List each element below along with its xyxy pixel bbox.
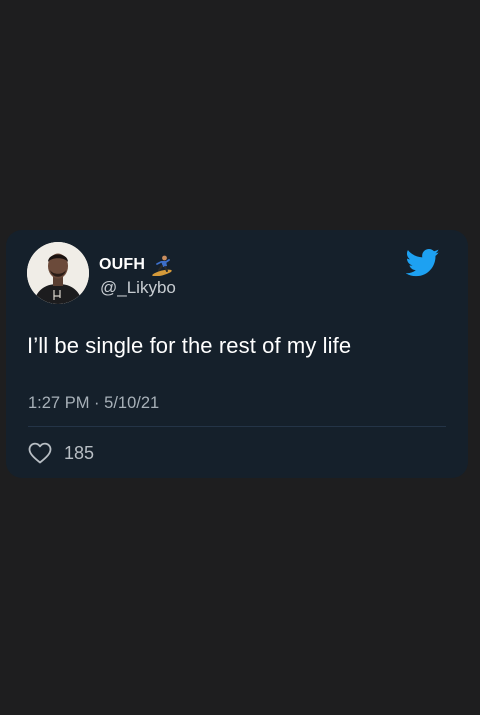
tweet-date: 5/10/21 <box>104 394 160 412</box>
heart-icon[interactable] <box>28 442 52 464</box>
twitter-bird-icon[interactable] <box>406 248 440 278</box>
display-name-row: OUFH <box>99 254 173 276</box>
display-name[interactable]: OUFH <box>99 256 145 274</box>
snowboarder-icon <box>152 255 172 276</box>
tweet-text: I’ll be single for the rest of my life <box>27 333 352 358</box>
avatar-image <box>27 242 89 304</box>
like-count: 185 <box>64 442 95 463</box>
divider <box>28 426 446 427</box>
handle[interactable]: @_Likybo <box>100 278 176 298</box>
meta-separator: · <box>94 394 100 412</box>
likes-row[interactable]: 185 <box>28 442 94 464</box>
tweet-time: 1:27 PM <box>28 394 90 412</box>
avatar[interactable] <box>27 242 89 304</box>
tweet-card[interactable]: OUFH @_Likybo I’ll be single for the res… <box>6 230 468 478</box>
tweet-timestamp[interactable]: 1:27 PM · 5/10/21 <box>28 394 159 413</box>
